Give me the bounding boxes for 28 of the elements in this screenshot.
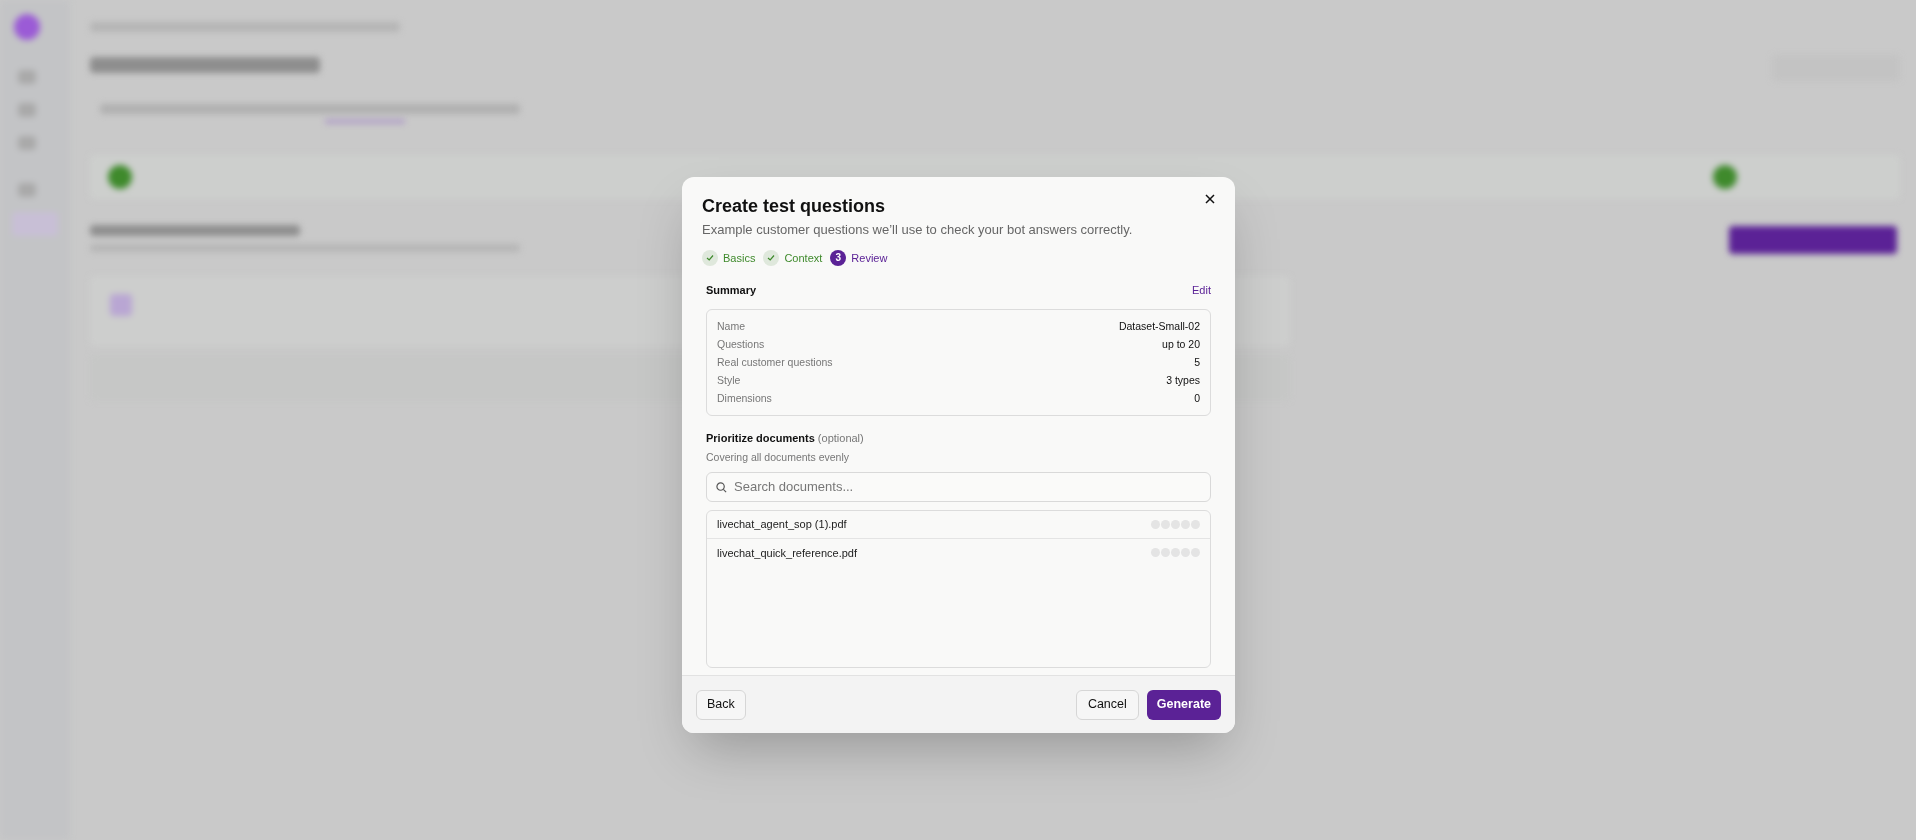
search-icon	[716, 481, 727, 493]
summary-value: Dataset-Small-02	[1118, 318, 1200, 334]
summary-label: Dimensions	[717, 390, 772, 406]
summary-value: 3 types	[1166, 372, 1200, 388]
hint-text: Covering all documents evenly	[706, 450, 850, 465]
summary-label: Real customer questions	[717, 354, 833, 370]
back-button[interactable]: Back	[696, 689, 746, 720]
step-label: Basics	[723, 250, 756, 266]
document-name: livechat_agent_sop (1).pdf	[717, 517, 847, 532]
summary-value: 5	[1194, 354, 1200, 370]
summary-value: 0	[1194, 390, 1200, 406]
section-heading: Prioritize documents (optional)	[706, 430, 865, 446]
dialog-title: Create test questions	[702, 195, 886, 218]
document-name: livechat_quick_reference.pdf	[717, 545, 858, 561]
step-number: 3	[830, 249, 847, 266]
summary-value: up to 20	[1162, 336, 1200, 352]
edit-link[interactable]: Edit	[1192, 282, 1211, 299]
cancel-button[interactable]: Cancel	[1075, 689, 1139, 720]
summary-label: Name	[717, 318, 745, 334]
close-icon	[1205, 194, 1215, 204]
generate-button[interactable]: Generate	[1146, 689, 1221, 720]
step-label: Review	[851, 250, 888, 266]
section-heading: Summary	[706, 283, 757, 298]
dialog-subtitle: Example customer questions we’ll use to check your bot answers correctly.	[702, 221, 1134, 239]
summary-label: Style	[717, 372, 741, 388]
summary-label: Questions	[717, 336, 765, 352]
step-label: Context	[784, 250, 823, 266]
search-field[interactable]: Search documents...	[706, 471, 1211, 502]
